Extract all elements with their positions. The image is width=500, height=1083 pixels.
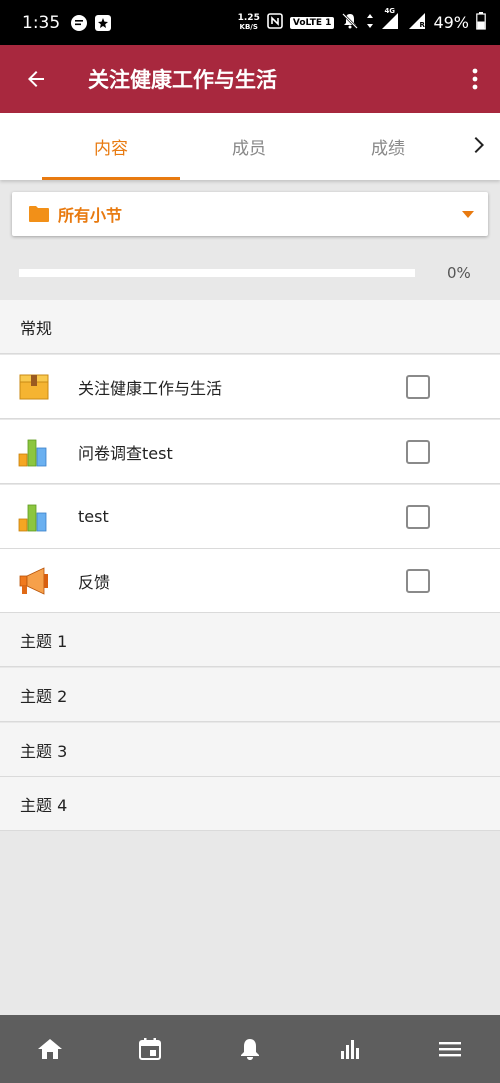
net-speed: 1.25 KB/S xyxy=(237,12,260,31)
nav-notifications[interactable] xyxy=(200,1015,300,1083)
volte-badge: VoLTE 1 xyxy=(289,16,335,29)
arrow-back-icon xyxy=(28,71,44,87)
folder-icon xyxy=(29,206,49,222)
section-header-topic-4[interactable]: 主题 4 xyxy=(0,777,500,831)
megaphone-icon xyxy=(19,567,48,595)
data-arrows-icon xyxy=(366,13,374,33)
dropdown-arrow-icon xyxy=(462,210,474,218)
bell-icon xyxy=(241,1039,259,1060)
page-title: 关注健康工作与生活 xyxy=(88,68,277,92)
tab-grades[interactable]: 成绩 xyxy=(318,113,458,180)
completion-checkbox[interactable] xyxy=(406,440,430,464)
activity-row[interactable]: 反馈 xyxy=(0,549,500,613)
section-selector[interactable]: 所有小节 xyxy=(12,192,488,236)
app-bar: 关注健康工作与生活 xyxy=(0,45,500,113)
progress-bar xyxy=(19,269,415,277)
status-bar: 1:35 1.25 KB/S VoLTE 1 4G R 49% xyxy=(0,0,500,45)
section-header-topic-3[interactable]: 主题 3 xyxy=(0,723,500,777)
activity-row[interactable]: 问卷调查test xyxy=(0,420,500,484)
activity-row[interactable]: test xyxy=(0,485,500,549)
tab-scroll-right-button[interactable] xyxy=(466,133,490,157)
nfc-icon xyxy=(267,12,283,33)
signal-icon: 4G xyxy=(381,7,401,34)
battery-icon xyxy=(476,11,486,34)
section-header-topic-2[interactable]: 主题 2 xyxy=(0,668,500,722)
nav-menu[interactable] xyxy=(400,1015,500,1083)
package-icon xyxy=(19,374,49,400)
progress-percent: 0% xyxy=(447,264,471,282)
mute-icon xyxy=(341,12,359,34)
message-notification-icon xyxy=(70,14,88,32)
nav-grades[interactable] xyxy=(300,1015,400,1083)
stats-icon xyxy=(341,1040,359,1059)
menu-icon xyxy=(439,1042,461,1057)
bar-chart-icon xyxy=(18,504,47,532)
completion-checkbox[interactable] xyxy=(406,375,430,399)
more-vertical-icon xyxy=(472,68,478,90)
app-notification-icon xyxy=(94,14,112,32)
more-options-button[interactable] xyxy=(450,45,500,113)
chevron-right-icon xyxy=(474,137,484,153)
battery-percent: 49% xyxy=(433,13,469,32)
tab-content[interactable]: 内容 xyxy=(42,113,180,180)
home-icon xyxy=(38,1039,62,1059)
nav-calendar[interactable] xyxy=(100,1015,200,1083)
tab-members[interactable]: 成员 xyxy=(180,113,318,180)
completion-checkbox[interactable] xyxy=(406,505,430,529)
activity-name: 关注健康工作与生活 xyxy=(78,378,223,398)
completion-checkbox[interactable] xyxy=(406,569,430,593)
bottom-navigation xyxy=(0,1015,500,1083)
section-selector-label: 所有小节 xyxy=(58,206,123,225)
activity-row[interactable]: 关注健康工作与生活 xyxy=(0,355,500,419)
section-header-general[interactable]: 常规 xyxy=(0,300,500,354)
roaming-signal-icon: R xyxy=(408,12,426,34)
back-button[interactable] xyxy=(0,45,72,113)
section-header-topic-1[interactable]: 主题 1 xyxy=(0,613,500,667)
calendar-icon xyxy=(139,1038,161,1060)
activity-name: 反馈 xyxy=(78,572,111,592)
activity-name: test xyxy=(78,507,109,526)
status-time: 1:35 xyxy=(22,12,61,33)
bar-chart-icon xyxy=(18,439,47,467)
nav-home[interactable] xyxy=(0,1015,100,1083)
activity-name: 问卷调查test xyxy=(78,443,173,463)
tab-bar: 内容 成员 成绩 xyxy=(0,113,500,180)
course-progress: 0% xyxy=(0,248,500,300)
